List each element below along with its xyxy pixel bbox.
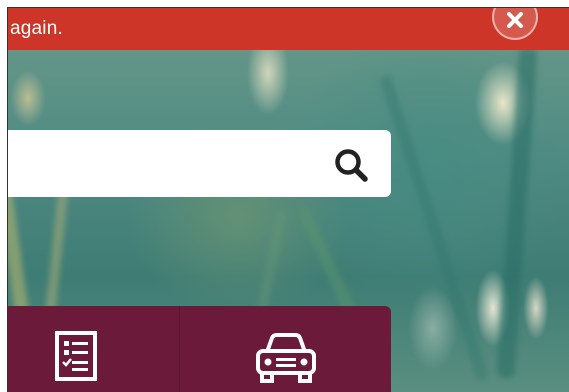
car-icon xyxy=(256,333,316,383)
alert-banner: again. xyxy=(8,8,569,50)
quick-links xyxy=(8,306,391,392)
search-input[interactable] xyxy=(8,130,318,197)
vehicle-tile[interactable] xyxy=(179,306,391,392)
alert-message: again. xyxy=(10,18,63,39)
close-button[interactable] xyxy=(492,8,538,40)
close-icon xyxy=(507,12,523,28)
checklist-icon xyxy=(55,331,97,381)
search-bar xyxy=(8,130,391,197)
search-icon xyxy=(335,149,368,182)
search-button[interactable] xyxy=(332,146,372,184)
checklist-tile[interactable] xyxy=(8,306,179,392)
page-frame: again. xyxy=(7,7,569,392)
